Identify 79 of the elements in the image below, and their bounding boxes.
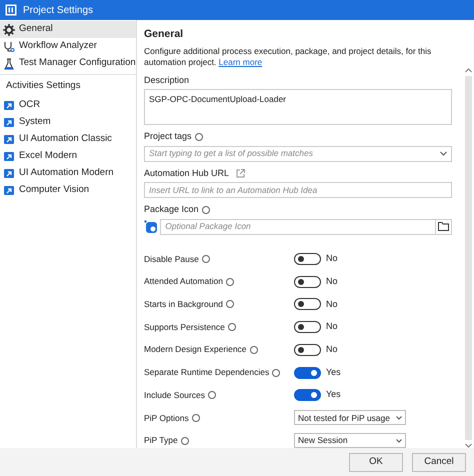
toggle-value: Yes — [326, 388, 341, 402]
window-title: Project Settings — [23, 4, 94, 18]
setting-label: PiP Options — [144, 412, 189, 424]
field-label: Package Icon — [144, 203, 199, 216]
help-icon[interactable] — [250, 346, 258, 354]
flask-icon — [3, 58, 15, 70]
tags-dropdown[interactable]: Start typing to get a list of possible matches — [144, 146, 452, 162]
activity-package-icon — [3, 116, 15, 128]
activity-package-icon — [3, 98, 15, 111]
toggle-value: Yes — [326, 366, 341, 379]
select-dropdown[interactable]: Not tested for PiP usage — [294, 410, 406, 426]
app-logo-icon — [5, 4, 17, 16]
external-link-icon[interactable] — [236, 169, 246, 178]
toggle-value: No — [326, 343, 338, 356]
toggle-switch[interactable] — [294, 253, 321, 266]
activity-package-icon — [3, 184, 15, 196]
chevron-down-icon — [396, 416, 402, 420]
sidebar-item[interactable]: Computer Vision — [0, 181, 136, 198]
sidebar-item[interactable]: Workflow Analyzer — [0, 38, 136, 55]
sidebar-item[interactable]: System — [0, 113, 136, 130]
gear-icon — [3, 24, 15, 36]
setting-label: Separate Runtime Dependencies — [144, 366, 270, 379]
setting-label: Include Sources — [144, 388, 205, 402]
activity-package-icon — [3, 166, 15, 179]
field-label: Automation Hub URL — [144, 166, 230, 180]
dialog-button[interactable]: Cancel — [412, 452, 466, 472]
sidebar-item[interactable]: OCR — [0, 96, 136, 114]
setting-label: PiP Type — [144, 434, 178, 447]
help-icon[interactable] — [226, 300, 234, 308]
sidebar-item[interactable]: Test Manager Configuration — [0, 55, 136, 72]
help-icon[interactable] — [180, 436, 189, 445]
help-icon[interactable] — [272, 368, 280, 377]
dialog-button[interactable]: OK — [349, 452, 403, 472]
field-label: Description — [144, 74, 190, 87]
sidebar-item[interactable]: Excel Modern — [0, 147, 136, 164]
toggle-value: No — [326, 252, 338, 266]
package-icon — [144, 220, 158, 234]
browse-folder-icon[interactable] — [435, 220, 451, 234]
toggle-switch[interactable] — [294, 389, 321, 402]
scroll-up-icon[interactable] — [464, 68, 472, 73]
toggle-value: No — [326, 320, 338, 334]
package-icon-field[interactable]: Optional Package Icon — [160, 218, 452, 235]
sidebar-item[interactable]: UI Automation Modern — [0, 164, 136, 182]
scroll-down-icon[interactable] — [464, 443, 472, 448]
stethoscope-icon — [3, 40, 15, 52]
toggle-switch[interactable] — [294, 298, 321, 310]
toggle-value: No — [326, 275, 338, 288]
setting-label: Modern Design Experience — [144, 343, 247, 356]
description-field[interactable]: SGP-OPC-DocumentUpload-Loader — [144, 89, 452, 126]
toggle-switch[interactable] — [294, 321, 321, 334]
sidebar-item[interactable]: UI Automation Classic — [0, 130, 136, 148]
setting-label: Starts in Background — [144, 298, 223, 311]
intro-text: Configure additional process execution, package, and project details, for this automation project. Learn more — [144, 46, 432, 69]
help-icon[interactable] — [194, 133, 203, 141]
setting-label: Supports Persistence — [144, 320, 225, 334]
url-field[interactable]: Insert URL to link to an Automation Hub Idea — [144, 182, 452, 198]
toggle-value: No — [326, 298, 338, 311]
section-heading: Activities Settings — [0, 74, 136, 96]
help-icon[interactable] — [192, 414, 200, 422]
help-icon[interactable] — [208, 391, 216, 400]
setting-label: Disable Pause — [144, 252, 199, 266]
activity-package-icon — [3, 132, 15, 145]
chevron-down-icon — [440, 151, 447, 156]
learn-more-link[interactable]: Learn more — [218, 57, 262, 68]
select-dropdown[interactable]: New Session — [294, 433, 406, 448]
help-icon[interactable] — [202, 206, 210, 214]
sidebar-item[interactable]: General — [0, 21, 136, 38]
chevron-down-icon — [396, 438, 402, 443]
field-label: Project tags — [144, 130, 192, 144]
help-icon[interactable] — [202, 255, 210, 264]
activity-package-icon — [3, 150, 15, 162]
help-icon[interactable] — [228, 323, 236, 332]
scrollbar[interactable] — [464, 76, 472, 440]
section-title: General — [144, 27, 184, 42]
setting-label: Attended Automation — [144, 275, 223, 288]
toggle-switch[interactable] — [294, 276, 321, 288]
toggle-switch[interactable] — [294, 366, 321, 379]
toggle-switch[interactable] — [294, 344, 321, 356]
help-icon[interactable] — [226, 278, 234, 286]
